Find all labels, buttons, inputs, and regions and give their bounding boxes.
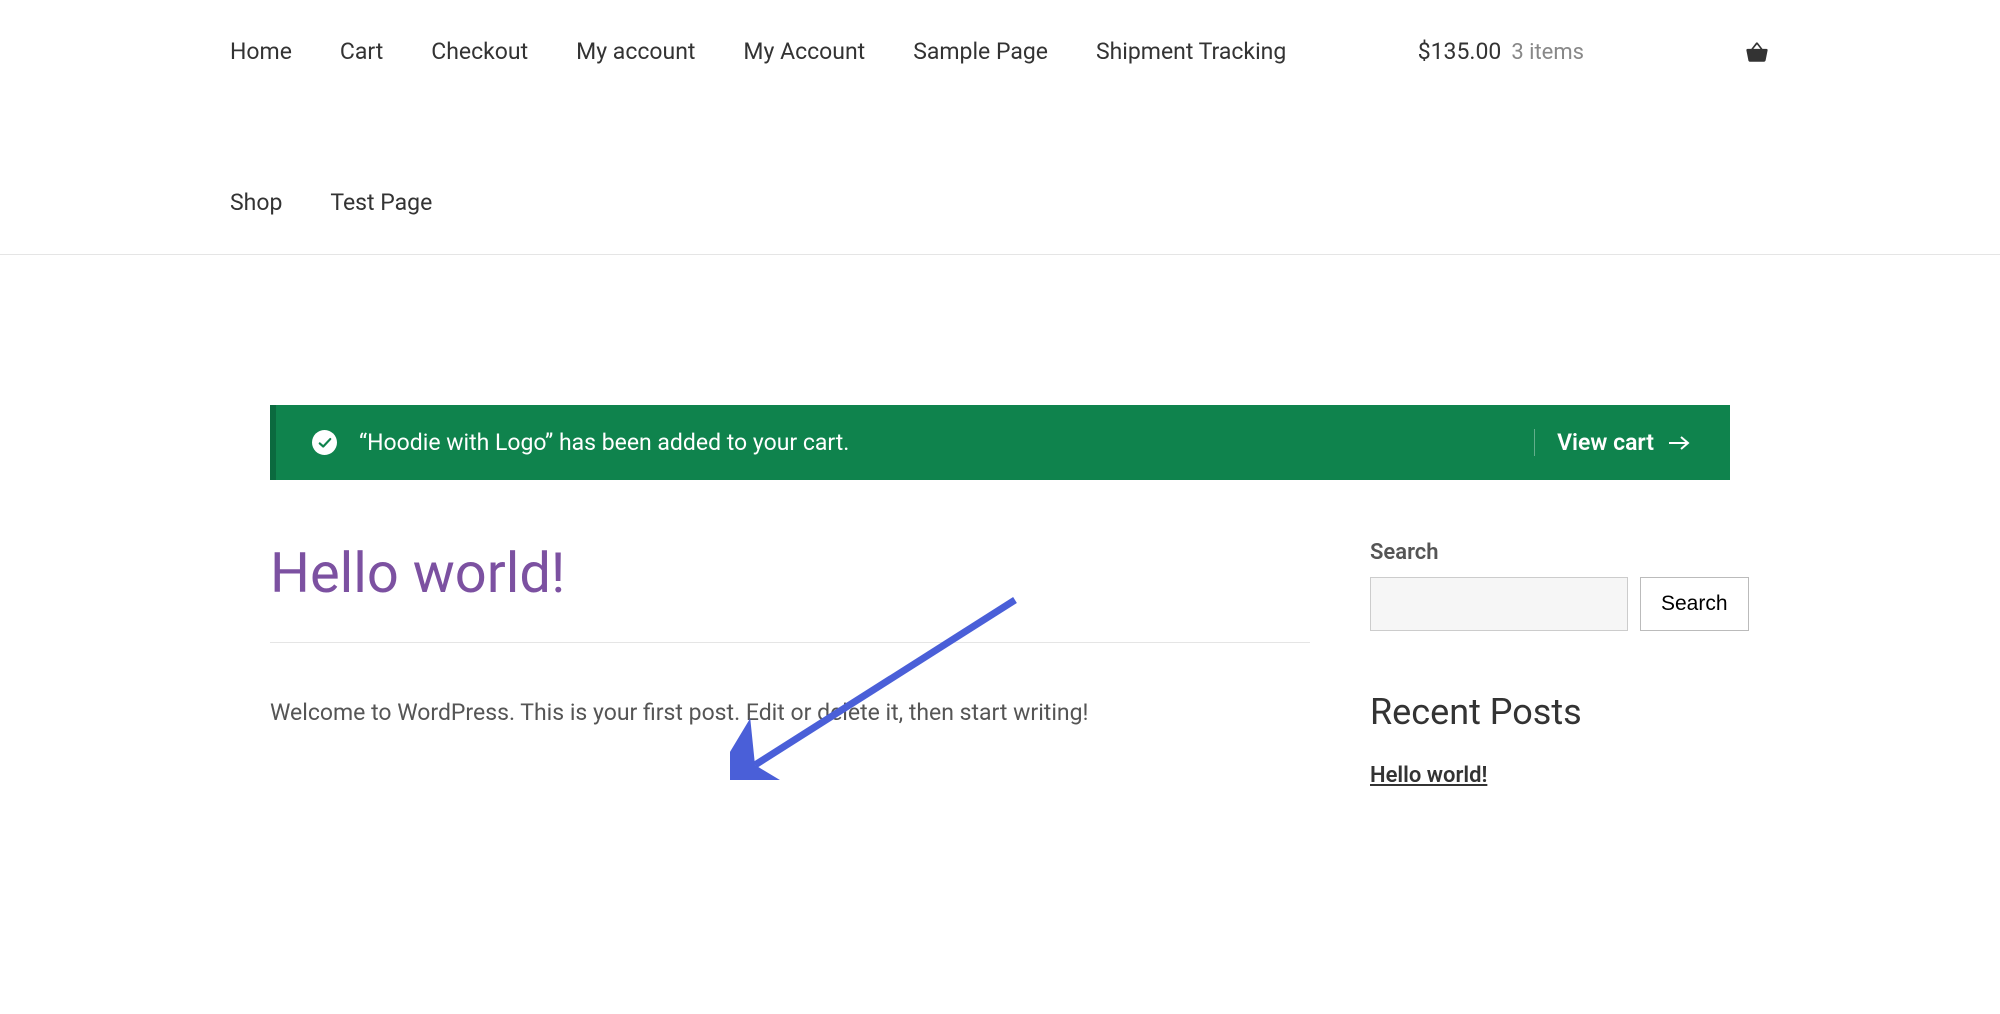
recent-posts-heading: Recent Posts	[1370, 691, 1730, 733]
recent-posts-widget: Recent Posts Hello world!	[1370, 691, 1730, 788]
nav-cart[interactable]: Cart	[340, 0, 383, 103]
post-title[interactable]: Hello world!	[270, 540, 1310, 643]
view-cart-label: View cart	[1557, 429, 1654, 456]
nav-sample-page[interactable]: Sample Page	[913, 0, 1048, 103]
basket-icon	[1744, 39, 1770, 65]
sidebar: Search Search Recent Posts Hello world!	[1370, 540, 1730, 788]
cart-item-count: 3 items	[1511, 40, 1584, 65]
site-header: Home Cart Checkout My account My Account…	[0, 0, 2000, 255]
recent-post-link[interactable]: Hello world!	[1370, 763, 1487, 788]
nav-my-account-upper[interactable]: My Account	[743, 0, 865, 103]
check-circle-icon	[312, 430, 337, 455]
nav-shop[interactable]: Shop	[230, 151, 282, 254]
nav-test-page[interactable]: Test Page	[330, 151, 432, 254]
nav-shipment-tracking[interactable]: Shipment Tracking	[1096, 0, 1286, 103]
post: Hello world! Welcome to WordPress. This …	[270, 540, 1310, 788]
search-input[interactable]	[1370, 577, 1628, 631]
post-body: Welcome to WordPress. This is your first…	[270, 695, 1310, 732]
view-cart-button[interactable]: View cart	[1534, 429, 1690, 456]
primary-nav: Home Cart Checkout My account My Account…	[230, 0, 1330, 254]
nav-home[interactable]: Home	[230, 0, 292, 103]
woocommerce-message: “Hoodie with Logo” has been added to you…	[270, 405, 1730, 480]
search-label: Search	[1370, 540, 1730, 565]
search-button[interactable]: Search	[1640, 577, 1749, 631]
cart-summary: $135.00 3 items	[1418, 38, 1584, 65]
notice-message: “Hoodie with Logo” has been added to you…	[359, 429, 849, 456]
arrow-right-icon	[1668, 436, 1690, 450]
search-widget: Search Search	[1370, 540, 1730, 631]
nav-checkout[interactable]: Checkout	[431, 0, 528, 103]
cart-widget[interactable]: $135.00 3 items	[1418, 0, 1770, 103]
nav-my-account-lower[interactable]: My account	[576, 0, 695, 103]
cart-total: $135.00	[1418, 38, 1502, 65]
